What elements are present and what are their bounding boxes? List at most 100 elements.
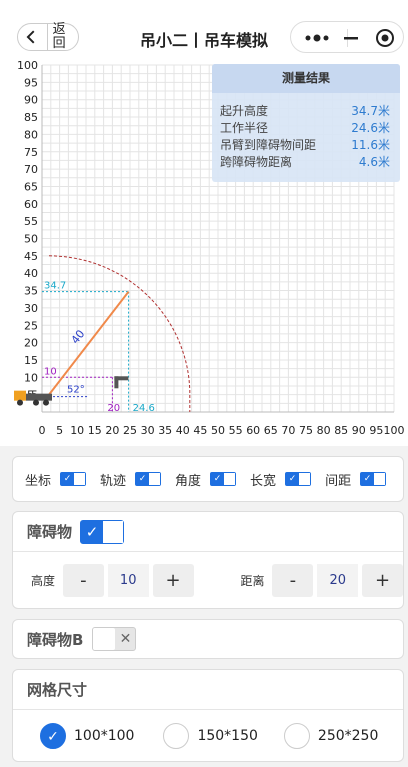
distance-value[interactable]: 20 [317, 563, 359, 597]
result-value: 4.6米 [358, 155, 390, 169]
grid-size-panel: 网格尺寸 ✓ 100*100 150*150 250*250 [12, 669, 404, 762]
result-value: 11.6米 [351, 138, 390, 152]
x-tick-label: 0 [39, 424, 46, 437]
height-annotation: 34.7 [44, 281, 66, 292]
check-icon: ✓ [361, 473, 375, 485]
x-tick-label: 20 [105, 424, 119, 437]
x-tick-label: 55 [229, 424, 243, 437]
x-tick-label: 60 [246, 424, 260, 437]
toggle-dimensions[interactable]: 长宽 ✓ [250, 470, 312, 489]
obstacle-x-annotation: 20 [107, 403, 120, 414]
toggle-switch[interactable]: ✓ [60, 472, 87, 486]
result-row: 吊臂到障碍物间距 11.6米 [220, 137, 390, 154]
x-tick-label: 5 [56, 424, 63, 437]
obstacle-post [114, 376, 119, 389]
y-tick-label: 80 [24, 128, 38, 141]
toggle-spacing[interactable]: 间距 ✓ [325, 470, 387, 489]
truck-wheel [17, 399, 23, 406]
truck-wheel [43, 399, 49, 406]
x-tick-label: 25 [123, 424, 137, 437]
toggle-label: 间距 [325, 473, 352, 489]
obstacle-height-annotation: 10 [44, 366, 57, 377]
toggle-label: 坐标 [25, 473, 52, 489]
height-increment-button[interactable]: + [152, 563, 194, 597]
toggle-switch[interactable]: ✓ [210, 472, 237, 486]
y-tick-label: 40 [24, 267, 38, 280]
obstacle-panel: 障碍物 ✓ 高度 - 10 + 距离 - 20 + [12, 511, 404, 609]
x-tick-label: 30 [141, 424, 155, 437]
more-icon[interactable] [303, 30, 331, 46]
y-tick-label: 20 [24, 337, 38, 350]
result-row: 起升高度 34.7米 [220, 103, 390, 120]
angle-label: 52° [67, 385, 85, 396]
obstacle-b-panel: 障碍物B ✕ [12, 619, 404, 659]
y-tick-label: 65 [24, 180, 38, 193]
switch-knob [93, 628, 116, 650]
x-tick-label: 40 [176, 424, 190, 437]
toggle-coordinates[interactable]: 坐标 ✓ [25, 470, 87, 489]
grid-option-250[interactable]: 250*250 [283, 723, 378, 749]
x-tick-label: 95 [369, 424, 383, 437]
y-tick-label: 75 [24, 146, 38, 159]
y-tick-label: 70 [24, 163, 38, 176]
obstacle-switch[interactable]: ✓ [80, 519, 125, 544]
x-tick-label: 15 [88, 424, 102, 437]
close-icon: ✕ [119, 631, 132, 647]
x-tick-label: 10 [70, 424, 84, 437]
toggle-label: 长宽 [250, 473, 277, 489]
y-tick-label: 30 [24, 302, 38, 315]
obstacle-b-title: 障碍物B [27, 630, 84, 649]
mini-program-capsule [290, 21, 404, 53]
y-tick-label: 95 [24, 76, 38, 89]
minimize-icon[interactable] [343, 30, 359, 46]
check-icon: ✓ [211, 473, 225, 485]
x-tick-label: 85 [334, 424, 348, 437]
y-tick-label: 60 [24, 198, 38, 211]
toggle-label: 轨迹 [100, 473, 127, 489]
grid-option-100[interactable]: ✓ 100*100 [40, 723, 134, 749]
x-tick-label: 70 [281, 424, 295, 437]
x-tick-label: 50 [211, 424, 225, 437]
y-tick-label: 50 [24, 233, 38, 246]
y-tick-label: 15 [24, 354, 38, 367]
y-tick-label: 45 [24, 250, 38, 263]
x-tick-label: 35 [158, 424, 172, 437]
result-label: 工作半径 [220, 121, 269, 135]
height-decrement-button[interactable]: - [62, 563, 104, 597]
obstacle-title: 障碍物 [27, 523, 73, 541]
toggle-switch[interactable]: ✓ [135, 472, 162, 486]
result-label: 跨障碍物距离 [220, 155, 293, 169]
grid-size-title: 网格尺寸 [27, 681, 88, 699]
close-target-icon[interactable] [374, 27, 396, 49]
result-label: 吊臂到障碍物间距 [220, 138, 317, 152]
y-tick-label: 10 [24, 371, 38, 384]
nav-bar: 返回 吊小二丨吊车模拟 [0, 0, 408, 60]
result-row: 工作半径 24.6米 [220, 120, 390, 137]
result-label: 起升高度 [220, 104, 269, 118]
y-tick-label: 25 [24, 319, 38, 332]
radio-icon[interactable] [283, 723, 310, 749]
grid-option-150[interactable]: 150*150 [163, 723, 258, 749]
x-tick-label: 90 [352, 424, 366, 437]
result-value: 24.6米 [351, 121, 390, 135]
grid-option-label: 100*100 [74, 728, 135, 744]
height-value[interactable]: 10 [107, 563, 149, 597]
y-tick-label: 90 [24, 94, 38, 107]
check-icon: ✓ [136, 473, 150, 485]
toggle-angle[interactable]: 角度 ✓ [175, 470, 237, 489]
radio-icon[interactable] [163, 723, 190, 749]
grid-option-label: 150*150 [197, 728, 258, 744]
toggle-switch[interactable]: ✓ [285, 472, 312, 486]
distance-increment-button[interactable]: + [362, 563, 404, 597]
x-tick-label: 75 [299, 424, 313, 437]
check-icon: ✓ [61, 473, 75, 485]
toggle-switch[interactable]: ✓ [360, 472, 387, 486]
radio-checked-icon[interactable]: ✓ [40, 723, 66, 749]
truck-body [26, 393, 52, 401]
toggle-trajectory[interactable]: 轨迹 ✓ [100, 470, 162, 489]
check-icon: ✓ [81, 520, 104, 543]
y-tick-label: 35 [24, 285, 38, 298]
x-tick-label: 45 [193, 424, 207, 437]
obstacle-b-switch[interactable]: ✕ [92, 627, 137, 651]
distance-decrement-button[interactable]: - [272, 563, 314, 597]
